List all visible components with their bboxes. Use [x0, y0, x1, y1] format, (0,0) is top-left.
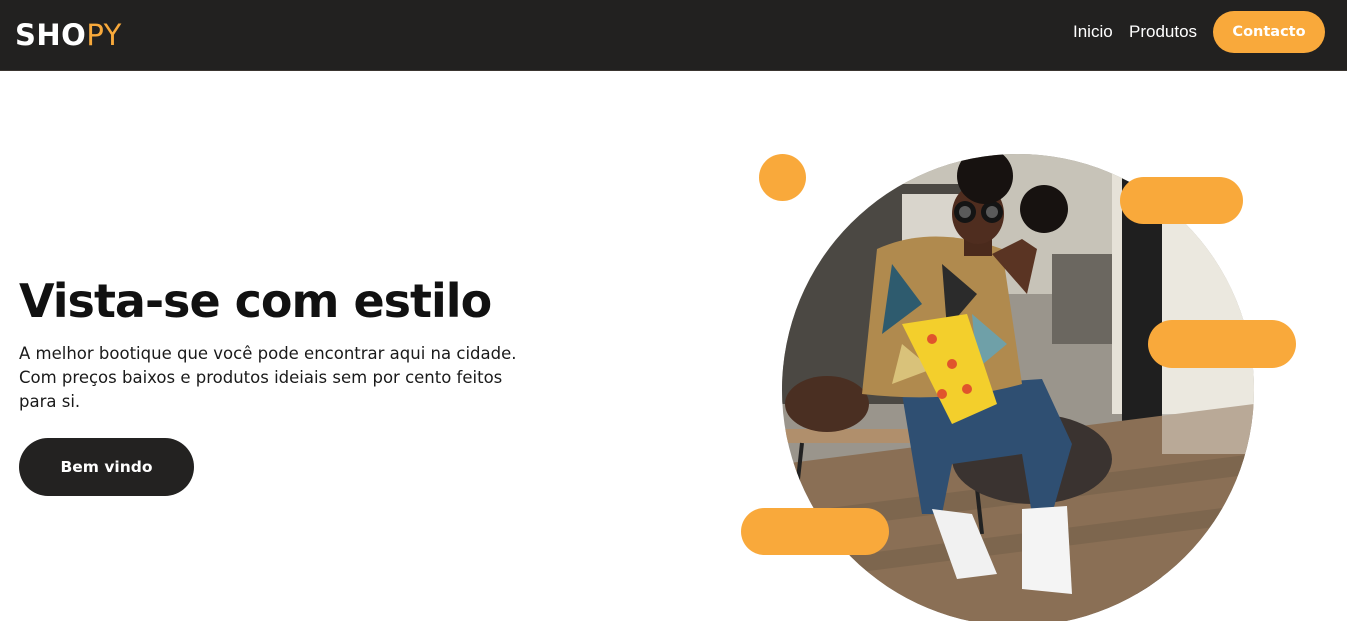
- logo-text-accent: PY: [86, 18, 122, 52]
- hero-description: A melhor bootique que você pode encontra…: [19, 344, 517, 411]
- nav-link-inicio[interactable]: Inicio: [1073, 20, 1113, 44]
- hero-title: Vista-se com estilo: [19, 274, 492, 328]
- logo-text-primary: SHO: [15, 18, 87, 52]
- nav-link-produtos[interactable]: Produtos: [1129, 20, 1197, 44]
- decorative-orange-pill-top: [1120, 177, 1243, 224]
- site-logo[interactable]: SHOPY: [15, 16, 122, 54]
- decorative-orange-pill-middle: [1148, 320, 1296, 368]
- decorative-orange-pill-bottom: [741, 508, 889, 555]
- decorative-orange-dot: [759, 154, 806, 201]
- welcome-button[interactable]: Bem vindo: [19, 438, 194, 496]
- top-navbar: SHOPY Inicio Produtos Contacto: [0, 0, 1347, 71]
- contact-button[interactable]: Contacto: [1213, 11, 1325, 53]
